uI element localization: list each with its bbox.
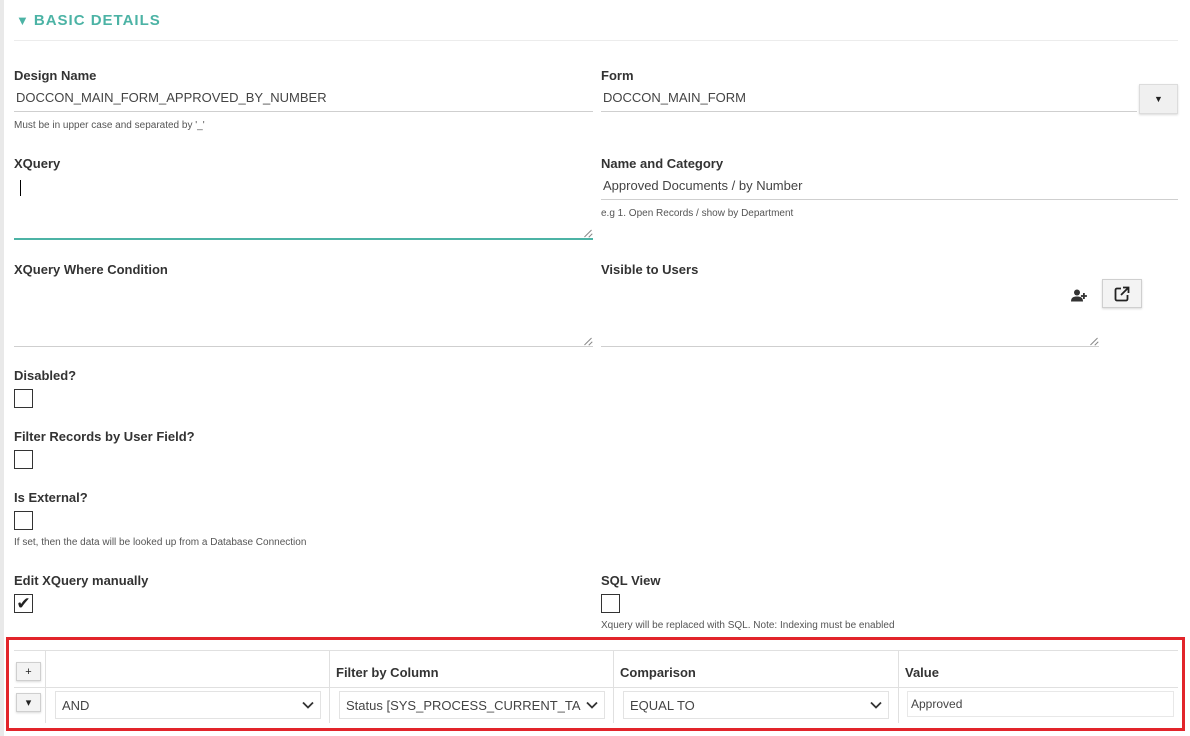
triangle-down-icon: ▼ (16, 13, 30, 28)
row-menu-button[interactable]: ▾ (16, 693, 41, 712)
edit-manually-label: Edit XQuery manually (14, 573, 149, 588)
user-plus-icon (1071, 289, 1087, 301)
logic-column: AND (45, 651, 329, 723)
logic-select[interactable]: AND (55, 691, 321, 719)
name-category-hint: e.g 1. Open Records / show by Department (601, 208, 794, 219)
resize-handle-icon[interactable] (1090, 337, 1098, 345)
section-divider (14, 40, 1178, 41)
filter-user-checkbox[interactable] (14, 450, 33, 469)
design-name-input[interactable]: DOCCON_MAIN_FORM_APPROVED_BY_NUMBER (14, 84, 593, 112)
is-external-hint: If set, then the data will be looked up … (14, 537, 307, 548)
comparison-column: Comparison EQUAL TO (613, 651, 898, 723)
disabled-label: Disabled? (14, 368, 77, 383)
xquery-textarea[interactable] (14, 174, 593, 240)
filter-by-column-header: Filter by Column (336, 665, 439, 680)
disabled-checkbox[interactable] (14, 389, 33, 408)
filter-by-column-column: Filter by Column Status [SYS_PROCESS_CUR… (329, 651, 613, 723)
value-header: Value (905, 665, 939, 680)
name-category-input[interactable]: Approved Documents / by Number (601, 172, 1178, 200)
checkmark-icon: ✔ (16, 594, 31, 613)
section-title: BASIC DETAILS (33, 12, 161, 29)
sql-view-label: SQL View (601, 573, 661, 588)
chevron-down-icon (302, 701, 314, 709)
filter-column-select[interactable]: Status [SYS_PROCESS_CURRENT_TA (339, 691, 605, 719)
filter-column-select-value: Status [SYS_PROCESS_CURRENT_TA (346, 697, 581, 713)
open-external-button[interactable] (1102, 279, 1142, 308)
visible-users-label: Visible to Users (601, 262, 699, 277)
edit-manually-checkbox[interactable]: ✔ (14, 594, 33, 613)
add-filter-button[interactable]: + (16, 662, 41, 681)
design-name-label: Design Name (14, 68, 97, 83)
form-input[interactable]: DOCCON_MAIN_FORM (601, 84, 1137, 112)
form-dropdown-button[interactable]: ▼ (1139, 84, 1178, 114)
chevron-down-icon (586, 701, 598, 709)
filter-table: + ▾ AND Filter by Column Status [SYS_PRO… (14, 650, 1178, 723)
sql-view-hint: Xquery will be replaced with SQL. Note: … (601, 620, 895, 631)
resize-handle-icon[interactable] (584, 337, 592, 345)
caret-down-icon: ▼ (1154, 94, 1163, 104)
comparison-header: Comparison (620, 665, 696, 680)
chevron-down-icon (870, 701, 882, 709)
value-column: Value Approved (898, 651, 1178, 723)
xquery-label: XQuery (14, 156, 61, 171)
comparison-select[interactable]: EQUAL TO (623, 691, 889, 719)
is-external-label: Is External? (14, 490, 88, 505)
caret-down-icon: ▾ (25, 697, 32, 709)
xquery-where-label: XQuery Where Condition (14, 262, 168, 277)
value-input[interactable]: Approved (907, 691, 1174, 717)
text-caret (20, 180, 21, 196)
is-external-checkbox[interactable] (14, 511, 33, 530)
filter-user-label: Filter Records by User Field? (14, 429, 195, 444)
sql-view-checkbox[interactable] (601, 594, 620, 613)
visible-users-textarea[interactable] (601, 282, 1099, 347)
external-link-icon (1114, 286, 1130, 301)
xquery-where-textarea[interactable] (14, 282, 593, 347)
section-header-basic-details[interactable]: ▼ BASIC DETAILS (16, 12, 161, 29)
logic-select-value: AND (62, 697, 90, 713)
name-category-label: Name and Category (601, 156, 724, 171)
left-edge-bar (0, 0, 4, 736)
resize-handle-icon[interactable] (584, 229, 592, 237)
comparison-select-value: EQUAL TO (630, 697, 695, 713)
design-name-hint: Must be in upper case and separated by '… (14, 120, 205, 131)
form-label: Form (601, 68, 634, 83)
add-user-button[interactable] (1068, 284, 1090, 306)
